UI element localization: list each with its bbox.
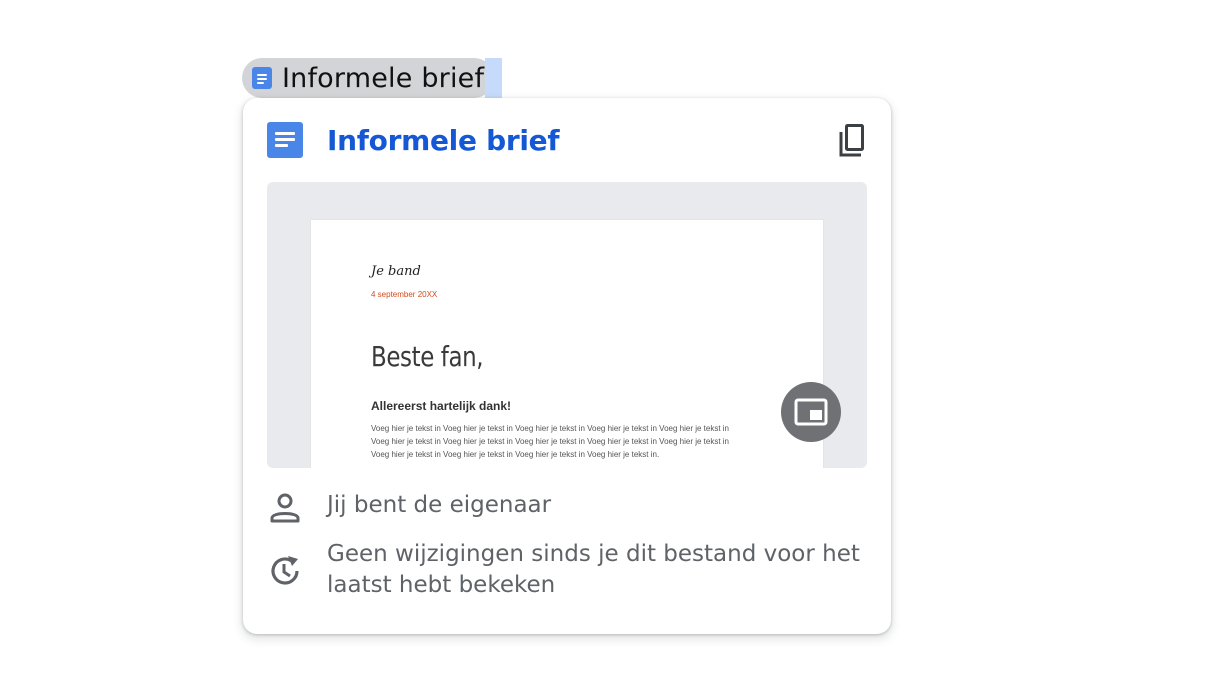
chip-label: Informele brief [282, 62, 485, 94]
document-preview-card: Informele brief Je band 4 september 20XX… [243, 98, 891, 634]
person-icon [267, 490, 303, 526]
copy-link-button[interactable] [831, 120, 871, 160]
card-header: Informele brief [267, 122, 867, 160]
docs-icon [252, 67, 272, 89]
history-text-line1: Geen wijzigingen sinds je dit bestand vo… [327, 541, 860, 567]
card-title-link[interactable]: Informele brief [327, 124, 560, 157]
history-icon [267, 553, 303, 589]
stage: Informele brief Informele brief Je band … [0, 0, 1216, 684]
document-page: Je band 4 september 20XX Beste fan, Alle… [311, 220, 823, 468]
docs-icon [267, 122, 303, 158]
text-cursor-selection [485, 58, 502, 98]
history-text-line2: laatst hebt bekeken [327, 572, 556, 598]
signature-text: Je band [371, 264, 421, 279]
document-chip[interactable]: Informele brief [242, 58, 495, 98]
body-line: Voeg hier je tekst in Voeg hier je tekst… [371, 424, 729, 433]
owner-text: Jij bent de eigenaar [327, 492, 552, 518]
open-preview-button[interactable] [781, 382, 841, 442]
date-text: 4 september 20XX [371, 290, 438, 299]
thanks-subheading: Allereerst hartelijk dank! [371, 399, 512, 413]
copy-icon [839, 124, 864, 157]
document-thumbnail[interactable]: Je band 4 september 20XX Beste fan, Alle… [267, 182, 867, 468]
picture-in-picture-icon [794, 398, 828, 426]
body-line: Voeg hier je tekst in Voeg hier je tekst… [371, 450, 660, 459]
greeting-heading: Beste fan, [371, 340, 484, 373]
body-line: Voeg hier je tekst in Voeg hier je tekst… [371, 437, 729, 446]
